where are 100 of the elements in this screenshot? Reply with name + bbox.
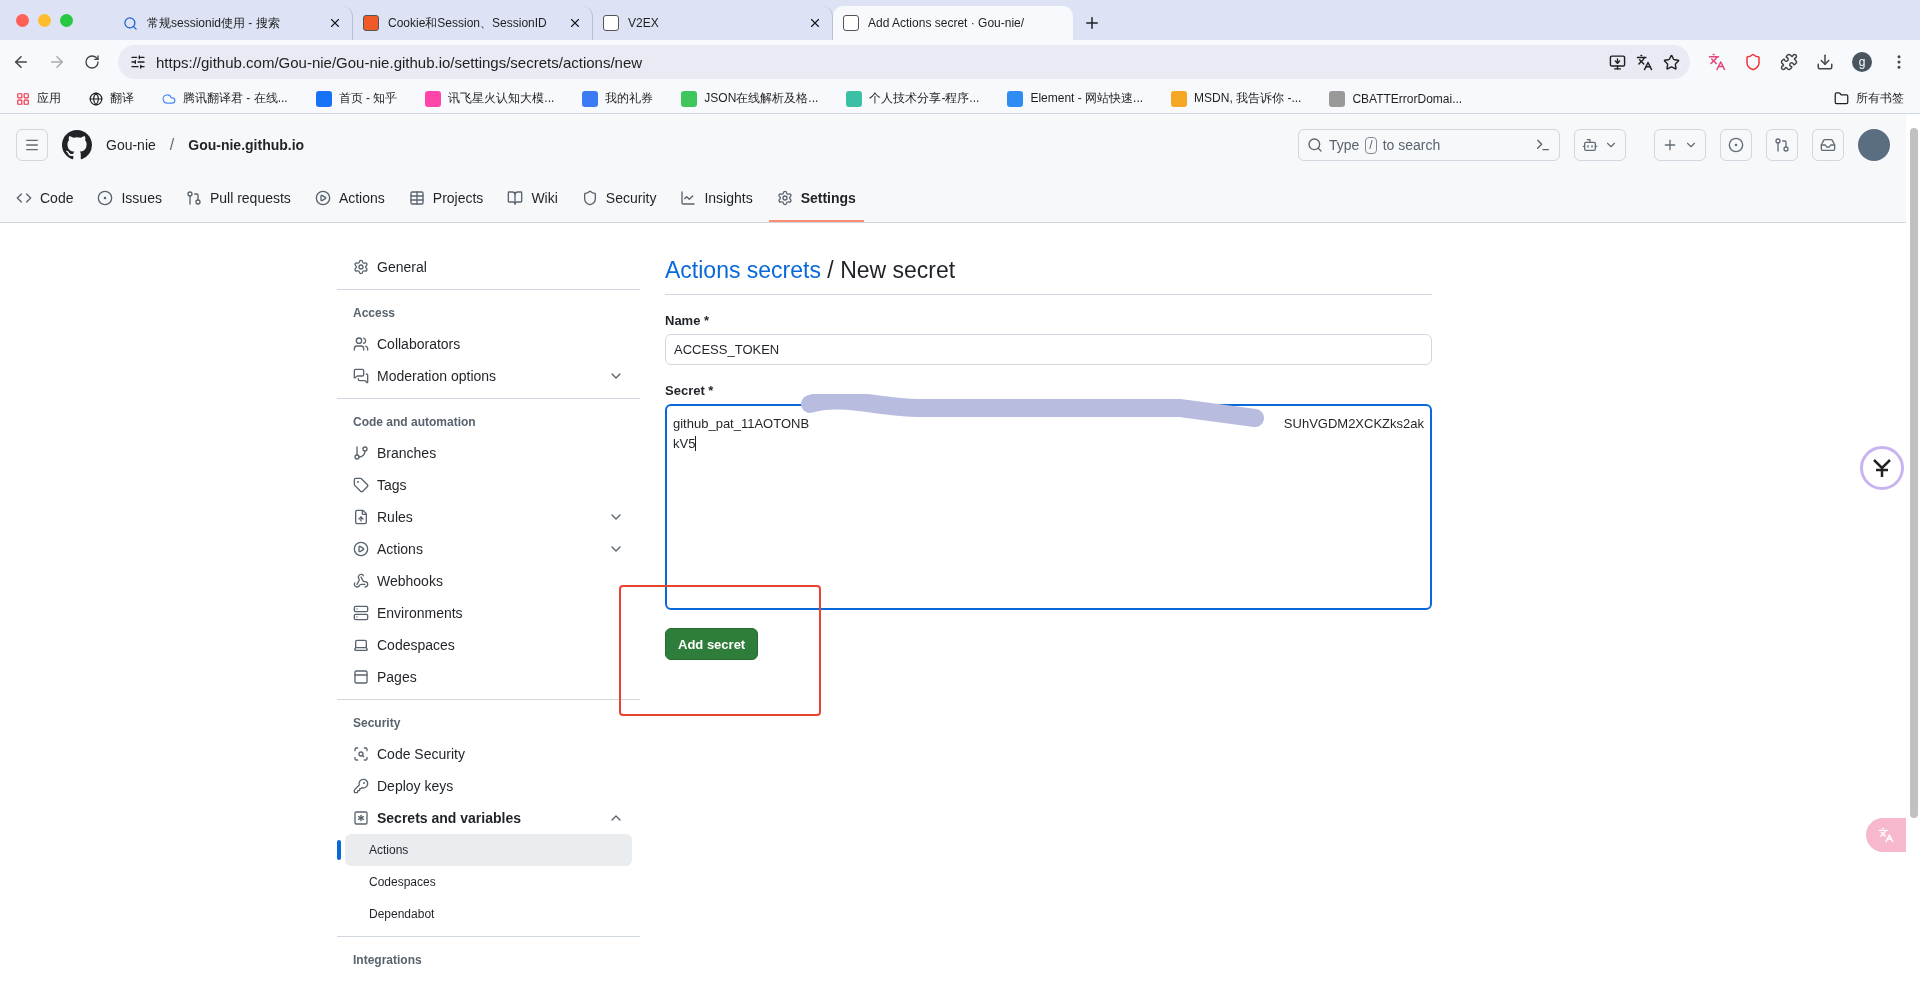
bookmark[interactable]: 个人技术分享-程序... <box>846 90 980 107</box>
sidebar-item[interactable]: Pages <box>345 661 632 693</box>
extension-icon[interactable] <box>1708 53 1726 71</box>
key-hint: / <box>1365 136 1377 154</box>
download-icon[interactable] <box>1816 53 1834 71</box>
user-avatar[interactable] <box>1858 129 1890 161</box>
secret-textarea[interactable]: github_pat_11AOTONB SUhVGDM2XCKZks2ak kV5 <box>665 404 1432 610</box>
inbox-button[interactable] <box>1812 129 1844 161</box>
address-bar[interactable]: https://github.com/Gou-nie/Gou-nie.github.io/settings/secrets/actions/new <box>118 45 1690 79</box>
sidebar-item[interactable]: Codespaces <box>345 866 632 898</box>
bookmark[interactable]: 讯飞星火认知大模... <box>425 90 555 107</box>
gear-icon <box>353 259 369 275</box>
sidebar-item[interactable]: Secrets and variables <box>345 802 632 834</box>
copilot-button[interactable] <box>1574 129 1626 161</box>
book-icon <box>507 190 524 206</box>
scrollbar[interactable] <box>1910 128 1918 818</box>
repo-nav-tab[interactable]: Issues <box>89 176 170 222</box>
bookmark[interactable]: JSON在线解析及格... <box>681 90 819 107</box>
back-icon[interactable] <box>12 53 30 71</box>
search-placeholder: to search <box>1382 137 1441 153</box>
selected-indicator <box>337 840 341 860</box>
search-icon <box>123 15 138 31</box>
search-placeholder: Type <box>1329 137 1360 153</box>
webhook-icon <box>353 573 369 589</box>
breadcrumb-link[interactable]: Actions secrets <box>665 257 821 283</box>
sidebar-heading: Integrations <box>352 952 423 969</box>
code-scan-icon <box>353 746 369 762</box>
pull-request-icon <box>185 190 202 206</box>
extension-icon[interactable] <box>1744 53 1762 71</box>
bookmark[interactable]: MSDN, 我告诉你 -... <box>1171 90 1302 107</box>
menu-icon <box>24 137 40 153</box>
sidebar-item[interactable]: Code Security <box>345 738 632 770</box>
repo-nav-tab[interactable]: Projects <box>400 176 492 222</box>
site-settings-icon <box>130 54 146 70</box>
sidebar-item[interactable]: Actions <box>345 533 632 565</box>
field-label: Name * <box>665 313 711 328</box>
sidebar-item[interactable]: Branches <box>345 437 632 469</box>
bookmark[interactable]: CBATTErrorDomai... <box>1329 90 1463 107</box>
bookmark[interactable]: 应用 <box>16 90 61 107</box>
new-tab-icon[interactable] <box>1083 14 1101 32</box>
issues-button[interactable] <box>1720 129 1752 161</box>
repo-nav-tab[interactable]: Code <box>8 176 82 222</box>
github-logo-icon[interactable] <box>62 130 92 160</box>
sidebar-item[interactable]: Dependabot <box>345 898 632 930</box>
name-input[interactable]: ACCESS_TOKEN <box>665 334 1432 365</box>
repo-nav-tab[interactable]: Security <box>573 176 665 222</box>
bookmark[interactable]: 我的礼券 <box>582 90 654 107</box>
sidebar-item[interactable]: Collaborators <box>345 328 632 360</box>
issue-icon <box>1728 137 1744 153</box>
repo-nav-tab[interactable]: Wiki <box>499 176 566 222</box>
play-icon <box>353 541 369 557</box>
close-icon[interactable] <box>328 16 342 30</box>
sidebar-item[interactable]: Codespaces <box>345 629 632 661</box>
sidebar-heading: Security <box>352 715 402 732</box>
add-secret-button[interactable]: Add secret <box>665 628 759 660</box>
close-icon[interactable] <box>808 16 822 30</box>
search-field[interactable]: Type / to search <box>1298 129 1560 161</box>
site-icon <box>425 90 442 107</box>
rules-icon <box>353 509 369 525</box>
profile-avatar[interactable]: g <box>1852 52 1872 72</box>
reload-icon[interactable] <box>84 54 100 70</box>
install-icon[interactable] <box>1609 53 1626 71</box>
table-icon <box>408 190 425 206</box>
issue-icon <box>97 190 114 206</box>
repo-nav-tab[interactable]: Pull requests <box>177 176 299 222</box>
graph-icon <box>680 190 697 206</box>
sidebar-item[interactable]: Webhooks <box>345 565 632 597</box>
repo-nav-tab[interactable]: Settings <box>768 176 864 222</box>
owner-link[interactable]: Gou-nie <box>106 137 156 153</box>
sidebar-item[interactable]: Rules <box>345 501 632 533</box>
bookmark-star-icon[interactable] <box>1663 53 1680 71</box>
translate-icon <box>1878 827 1894 843</box>
inbox-icon <box>1820 137 1836 153</box>
cloud-icon <box>162 91 176 106</box>
page-title: Actions secrets / New secret <box>665 251 1432 295</box>
sidebar-item[interactable]: Deploy keys <box>345 770 632 802</box>
close-icon[interactable] <box>568 16 582 30</box>
create-button[interactable] <box>1654 129 1706 161</box>
pull-requests-button[interactable] <box>1766 129 1798 161</box>
sidebar-item[interactable]: Tags <box>345 469 632 501</box>
all-bookmarks[interactable]: 所有书签 <box>1834 90 1904 107</box>
sidebar-item[interactable]: Environments <box>345 597 632 629</box>
floating-assistant-button[interactable] <box>1860 446 1904 490</box>
asterisk-icon <box>353 810 369 826</box>
sidebar-item[interactable]: General <box>345 251 632 283</box>
extensions-icon[interactable] <box>1780 53 1798 71</box>
bookmark[interactable]: Element - 网站快速... <box>1007 90 1144 107</box>
translate-icon[interactable] <box>1636 53 1653 71</box>
command-palette-icon[interactable] <box>1535 137 1551 153</box>
repo-link[interactable]: Gou-nie.github.io <box>188 137 305 153</box>
browser-tab[interactable]: Add Actions secret · Gou-nie/ <box>833 6 1073 40</box>
pull-request-icon <box>1774 137 1790 153</box>
sidebar-item[interactable]: Moderation options <box>345 360 632 392</box>
bookmark[interactable]: 翻译 <box>89 90 134 107</box>
bookmark[interactable]: 腾讯翻译君 - 在线... <box>162 90 288 107</box>
menu-button[interactable] <box>16 129 48 161</box>
bookmark[interactable]: 首页 - 知乎 <box>315 90 398 107</box>
repo-nav-tab[interactable]: Insights <box>672 176 761 222</box>
comment-icon <box>353 368 369 384</box>
repo-nav-tab[interactable]: Actions <box>306 176 393 222</box>
